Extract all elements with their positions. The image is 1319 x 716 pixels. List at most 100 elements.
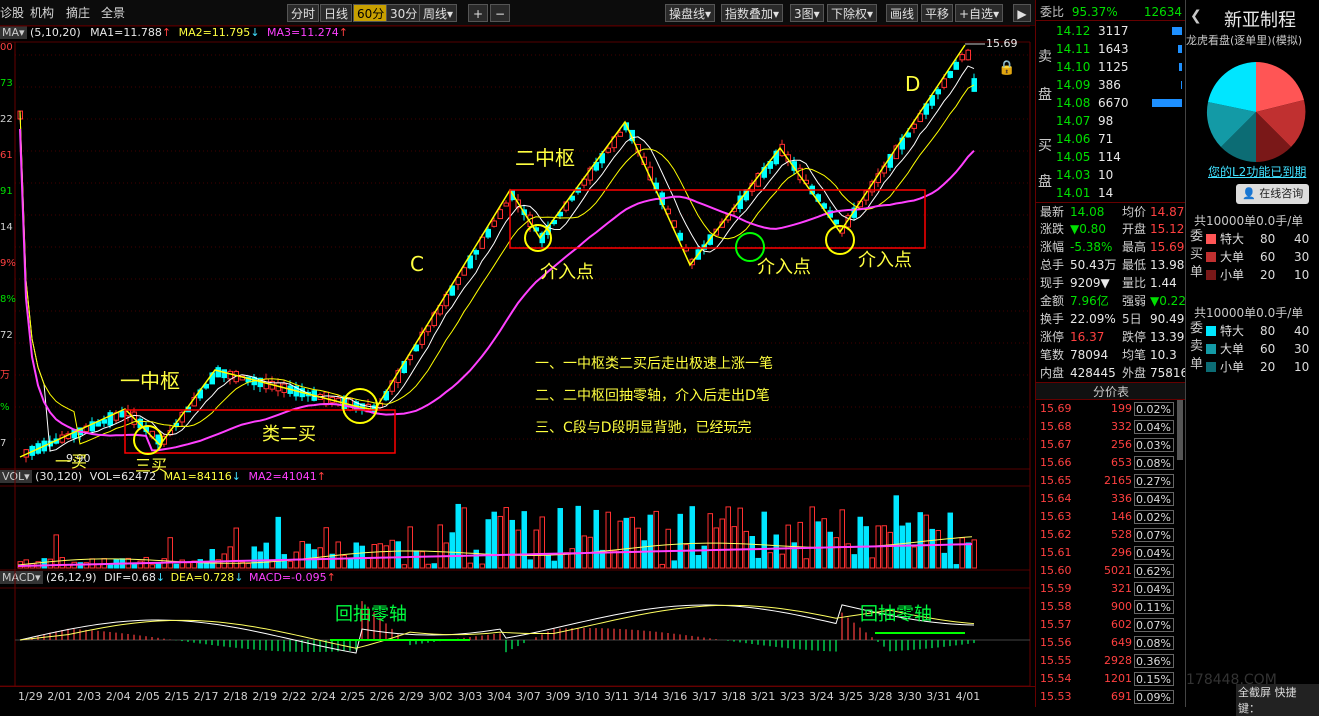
time-tick: 3/10 <box>574 690 600 703</box>
volume-bar <box>461 507 467 569</box>
volume-bar <box>569 548 575 569</box>
price-table-row: 15.60 5021 0.62% <box>1036 562 1176 580</box>
volume-bar <box>467 562 473 569</box>
price-table-row: 15.64 336 0.04% <box>1036 490 1176 508</box>
volume-bar <box>653 510 659 569</box>
buy1-label: 一买 <box>55 452 88 471</box>
order-bar <box>1152 99 1182 107</box>
l2-expired-link[interactable]: 您的L2功能已到期 <box>1208 163 1306 180</box>
price-level: 15.64 <box>1040 492 1072 505</box>
flow-count: 20 <box>1260 360 1276 374</box>
price-percent: 0.11% <box>1134 600 1174 614</box>
axis-tick: % <box>0 402 10 413</box>
axis-tick: 00 <box>0 42 13 53</box>
time-tick: 3/30 <box>897 690 922 703</box>
volume-bar <box>227 546 233 569</box>
volume-bar <box>263 542 269 569</box>
flow-amount: 10 <box>1294 360 1310 374</box>
stat-value: 7.96亿 <box>1070 294 1109 308</box>
price-level: 15.65 <box>1040 474 1072 487</box>
price-level: 15.67 <box>1040 438 1072 451</box>
buy-side-label: 买盘 <box>1038 138 1052 190</box>
price-table-row: 15.63 146 0.02% <box>1036 508 1176 526</box>
price-percent: 0.07% <box>1134 528 1174 542</box>
price-level: 15.62 <box>1040 528 1072 541</box>
analysis-notes: 一、一中枢类二买后走出极速上涨一笔 二、二中枢回抽零轴，介入后走出D笔 三、C段… <box>535 348 773 444</box>
price-level: 15.69 <box>1040 402 1072 415</box>
consult-button[interactable]: 👤 在线咨询 <box>1236 184 1310 204</box>
volume-bar <box>137 560 143 569</box>
price-volume: 602 <box>1111 618 1132 631</box>
price-volume: 1201 <box>1104 672 1132 685</box>
volume-bar <box>527 559 533 569</box>
time-tick: 2/01 <box>47 690 72 703</box>
price-volume: 900 <box>1111 600 1132 613</box>
order-price: 14.01 <box>1056 186 1091 200</box>
volume-bar <box>929 528 935 569</box>
volume-bar <box>953 564 959 569</box>
flow-count: 80 <box>1260 324 1276 338</box>
candle <box>101 419 107 424</box>
volume-bar <box>659 563 665 569</box>
stat-label: 外盘 <box>1122 366 1147 380</box>
candle <box>617 131 623 137</box>
stat-label: 涨停 <box>1040 330 1065 344</box>
order-price: 14.09 <box>1056 78 1091 92</box>
flow-row: 大单 60 30 <box>1206 340 1319 358</box>
time-tick: 2/04 <box>105 690 131 703</box>
price-percent: 0.36% <box>1134 654 1174 668</box>
order-volume: 1125 <box>1098 60 1129 74</box>
lock-icon[interactable]: 🔒 <box>998 60 1015 76</box>
stat-label: 笔数 <box>1040 348 1065 362</box>
flow-amount: 30 <box>1294 342 1310 356</box>
stat-value: 22.09% <box>1070 312 1116 326</box>
stat-label: 均笔 <box>1122 348 1147 362</box>
order-price: 14.05 <box>1056 150 1091 164</box>
volume-bar <box>959 537 965 569</box>
macd-pullback-label-1: 回抽零轴 <box>335 604 407 625</box>
price-percent: 0.08% <box>1134 636 1174 650</box>
volume-bar <box>851 554 857 569</box>
price-level: 15.60 <box>1040 564 1072 577</box>
volume-bar <box>695 555 701 569</box>
volume-bar <box>455 503 461 569</box>
volume-bar <box>557 508 563 569</box>
flow-type: 特大 <box>1220 232 1245 246</box>
volume-bar <box>365 558 371 569</box>
time-tick: 2/18 <box>223 690 248 703</box>
volume-bar <box>407 526 413 569</box>
stat-label: 金额 <box>1040 294 1065 308</box>
price-volume: 691 <box>1111 690 1132 703</box>
status-hint: 全截屏 快捷键： <box>1236 684 1319 716</box>
stat-value: 14.87 <box>1150 205 1185 219</box>
back-icon[interactable]: ❮ <box>1190 8 1202 24</box>
volume-bar <box>509 519 515 569</box>
volume-bar <box>491 511 497 569</box>
flow-amount: 40 <box>1294 232 1310 246</box>
stroke-line <box>19 44 966 458</box>
note-line: 一、一中枢类二买后走出极速上涨一笔 <box>535 356 773 372</box>
volume-bar <box>377 543 383 569</box>
center2-label: 二中枢 <box>515 146 575 170</box>
time-tick: 3/31 <box>926 690 951 703</box>
stat-value: 9209▼ <box>1070 276 1110 290</box>
center-box-1 <box>124 409 396 454</box>
volume-bar <box>203 562 209 569</box>
volume-bar <box>731 526 737 569</box>
candlesticks <box>17 48 977 463</box>
volume-bar <box>809 506 815 569</box>
volume-bar <box>533 529 539 569</box>
volume-bar <box>779 553 785 569</box>
volume-bar <box>317 547 323 569</box>
stat-row: 最新 14.08 均价 14.87 <box>1036 202 1186 220</box>
candle <box>497 209 503 220</box>
stat-row: 现手 9209▼ 量比 1.44 <box>1036 274 1186 292</box>
volume-bar <box>47 558 53 569</box>
scrollbar-thumb[interactable] <box>1177 400 1183 460</box>
volume-bar <box>707 513 713 569</box>
axis-tick: 8% <box>0 294 16 305</box>
stat-value: 1.44 <box>1150 276 1177 290</box>
volume-bar <box>839 509 845 569</box>
buy-order-row: 14.07 98 <box>1054 112 1184 130</box>
flow-amount: 10 <box>1294 268 1310 282</box>
